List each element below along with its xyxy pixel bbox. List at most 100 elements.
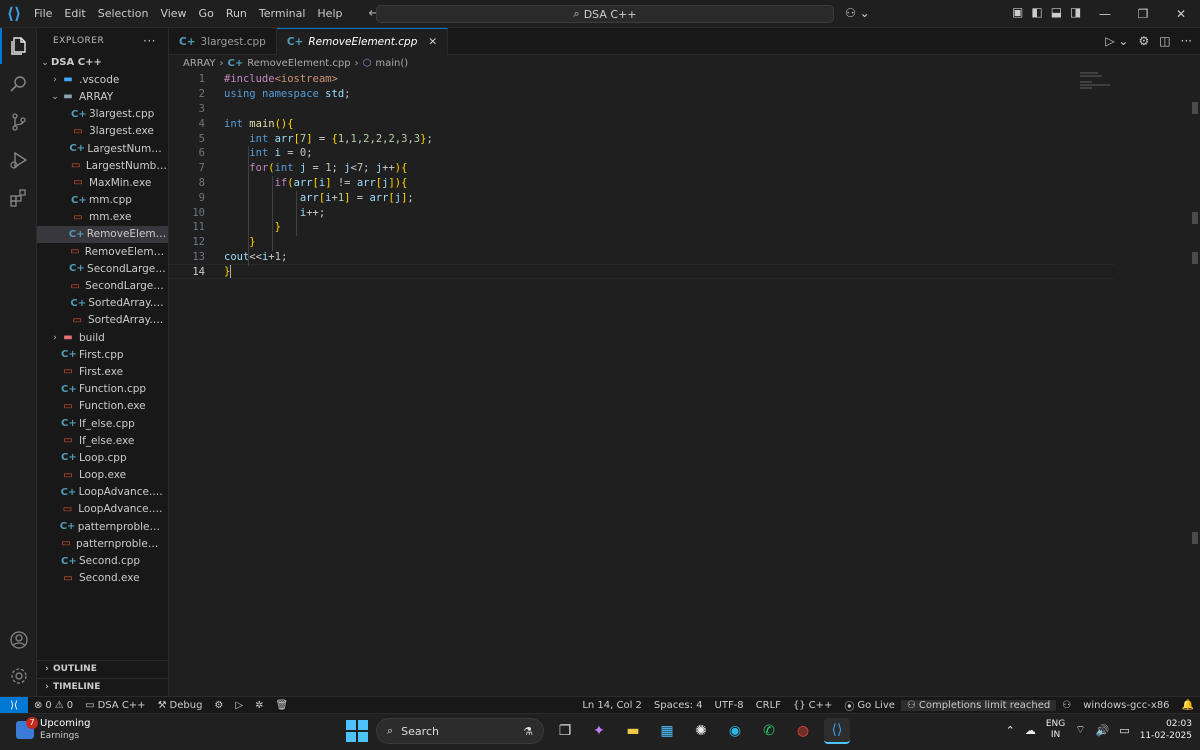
wifi-icon[interactable]: ⌔ xyxy=(1075,723,1085,737)
tree-item[interactable]: ▭ SecondLargest.e... xyxy=(37,277,168,294)
menu-edit[interactable]: Edit xyxy=(58,0,91,28)
copilot-app-icon[interactable]: ✦ xyxy=(586,718,612,744)
code-line[interactable]: 14} xyxy=(169,264,1114,280)
tree-item[interactable]: ▭ 3largest.exe xyxy=(37,123,168,140)
command-center-search[interactable]: ⌕ DSA C++ xyxy=(376,5,834,23)
menu-run[interactable]: Run xyxy=(220,0,253,28)
code-line[interactable]: 4 int main(){ xyxy=(169,116,1114,131)
onedrive-cloud-icon[interactable]: ☁ xyxy=(1025,724,1036,737)
tree-item[interactable]: ▭ LoopAdvance.exe xyxy=(37,501,168,518)
close-window-icon[interactable]: ✕ xyxy=(1162,0,1200,28)
edge-browser-icon[interactable]: ◉ xyxy=(722,718,748,744)
code-line[interactable]: 12 } xyxy=(169,235,1114,250)
tree-item[interactable]: C+ Second.cpp xyxy=(37,552,168,569)
tree-item[interactable]: ▭ patternproblem.exe xyxy=(37,535,168,552)
chatgpt-icon[interactable]: ✺ xyxy=(688,718,714,744)
outline-section[interactable]: › OUTLINE xyxy=(37,660,169,677)
menu-help[interactable]: Help xyxy=(311,0,348,28)
toggle-panel-icon[interactable]: ⬓ xyxy=(1051,5,1062,19)
minimap[interactable] xyxy=(1080,72,1140,92)
problems-indicator[interactable]: ⊗ 0 ⚠ 0 xyxy=(28,700,79,711)
scrollbar[interactable] xyxy=(1190,102,1200,547)
tree-item[interactable]: C+ SortedArray.cpp xyxy=(37,295,168,312)
tree-item[interactable]: ▭ mm.exe xyxy=(37,209,168,226)
battery-icon[interactable]: ▭ xyxy=(1119,724,1129,737)
search-activity-icon[interactable] xyxy=(0,66,37,102)
restore-icon[interactable]: ❐ xyxy=(1124,0,1162,28)
chrome-icon[interactable]: ◍ xyxy=(790,718,816,744)
code-line[interactable]: 8 if(arr[i] != arr[j]){ xyxy=(169,176,1114,191)
tab-3largest[interactable]: C+ 3largest.cpp xyxy=(169,28,277,55)
run-file-icon[interactable]: ▷ ⌄ xyxy=(1105,34,1128,48)
run-debug-icon[interactable] xyxy=(0,142,37,178)
trash-icon[interactable]: 🗑 xyxy=(269,700,294,711)
more-actions-icon[interactable]: ··· xyxy=(143,34,156,48)
go-live-button[interactable]: ⦿ Go Live xyxy=(838,698,900,713)
code-line[interactable]: 13 cout<<i+1; xyxy=(169,250,1114,265)
chevron-up-icon[interactable]: ⌃ xyxy=(1006,724,1015,737)
completions-status[interactable]: ⚇ Completions limit reached xyxy=(900,700,1057,711)
volume-icon[interactable]: 🔊 xyxy=(1096,724,1110,737)
code-line[interactable]: 2 using namespace std; xyxy=(169,87,1114,102)
tree-item[interactable]: ▭ RemoveElement.... xyxy=(37,243,168,260)
code-line[interactable]: 11 } xyxy=(169,220,1114,235)
tree-item[interactable]: ▭ Function.exe xyxy=(37,398,168,415)
code-editor[interactable]: 1 #include<iostream> 2 using namespace std;… xyxy=(169,72,1200,696)
menu-view[interactable]: View xyxy=(154,0,192,28)
run-icon[interactable]: ▷ xyxy=(229,700,249,711)
code-line[interactable]: 3 xyxy=(169,102,1114,117)
tree-item[interactable]: ⌄ ▬ ARRAY xyxy=(37,88,168,105)
tree-item[interactable]: ▭ Second.exe xyxy=(37,570,168,587)
debug-button[interactable]: ⚒ Debug xyxy=(152,700,209,711)
tree-item[interactable]: ▭ First.exe xyxy=(37,363,168,380)
code-line[interactable]: 5 int arr[7] = {1,1,2,2,2,3,3}; xyxy=(169,131,1114,146)
clock[interactable]: 02:03 11-02-2025 xyxy=(1140,718,1192,742)
breadcrumb-symbol[interactable]: main() xyxy=(375,58,408,69)
code-line[interactable]: 7 for(int j = 1; j<7; j++){ xyxy=(169,161,1114,176)
language-mode[interactable]: {} C++ xyxy=(787,700,838,711)
more-editor-actions-icon[interactable]: ··· xyxy=(1181,34,1192,48)
whatsapp-icon[interactable]: ✆ xyxy=(756,718,782,744)
menu-file[interactable]: File xyxy=(28,0,58,28)
vscode-taskbar-icon[interactable]: ⟨⟩ xyxy=(824,718,850,744)
code-line[interactable]: 1 #include<iostream> xyxy=(169,72,1114,87)
encoding[interactable]: UTF-8 xyxy=(709,700,750,711)
task-view-icon[interactable]: ❐ xyxy=(552,718,578,744)
timeline-section[interactable]: › TIMELINE xyxy=(37,678,169,695)
tree-item[interactable]: C+ First.cpp xyxy=(37,346,168,363)
tree-item[interactable]: ▭ Loop.exe xyxy=(37,467,168,484)
remote-indicator-icon[interactable]: ⟩⟨ xyxy=(0,696,28,714)
tree-item[interactable]: ▭ SortedArray.exe xyxy=(37,312,169,329)
minimize-icon[interactable]: — xyxy=(1086,0,1124,28)
tree-item[interactable]: C+LargestNumber.... xyxy=(37,140,168,157)
split-editor-icon[interactable]: ◫ xyxy=(1159,34,1170,48)
breadcrumb-folder[interactable]: ARRAY xyxy=(183,58,216,69)
copilot-icon[interactable]: ⚇ ⌄ xyxy=(845,6,870,20)
customize-layout-icon[interactable]: ▣ xyxy=(1012,5,1023,19)
windows-start-icon[interactable] xyxy=(346,720,368,742)
workspace-root[interactable]: ⌄ DSA C++ xyxy=(37,54,168,71)
copilot-menu-icon[interactable]: ⚇ xyxy=(1056,700,1077,711)
breadcrumb-file[interactable]: RemoveElement.cpp xyxy=(247,58,350,69)
compiler-config[interactable]: windows-gcc-x86 xyxy=(1077,700,1175,711)
debug-bug-icon[interactable]: ✲ xyxy=(249,700,269,711)
tree-item[interactable]: C+ Function.cpp xyxy=(37,381,168,398)
menu-selection[interactable]: Selection xyxy=(92,0,155,28)
microsoft-store-icon[interactable]: ▦ xyxy=(654,718,680,744)
tree-item[interactable]: C+ mm.cpp xyxy=(37,192,168,209)
source-control-icon[interactable] xyxy=(0,104,37,140)
tree-item[interactable]: C+ If_else.cpp xyxy=(37,415,168,432)
tree-item[interactable]: C+SecondLargest.c... xyxy=(37,260,168,277)
indentation[interactable]: Spaces: 4 xyxy=(648,700,709,711)
notifications-bell-icon[interactable]: 🔔 xyxy=(1176,700,1200,711)
toggle-sidebar-icon[interactable]: ◧ xyxy=(1031,5,1042,19)
tree-item[interactable]: C+patternproblem.c... xyxy=(37,518,168,535)
code-line[interactable]: 10 i++; xyxy=(169,205,1114,220)
tree-item[interactable]: ▭ LargestNumber.... xyxy=(37,157,168,174)
widgets-button[interactable]: 7 Upcoming Earnings xyxy=(16,717,91,742)
manage-gear-icon[interactable] xyxy=(0,658,37,694)
line-ending[interactable]: CRLF xyxy=(750,700,787,711)
code-line[interactable]: 9 arr[i+1] = arr[j]; xyxy=(169,190,1114,205)
extensions-icon[interactable] xyxy=(0,180,37,216)
explorer-icon[interactable] xyxy=(0,28,37,64)
